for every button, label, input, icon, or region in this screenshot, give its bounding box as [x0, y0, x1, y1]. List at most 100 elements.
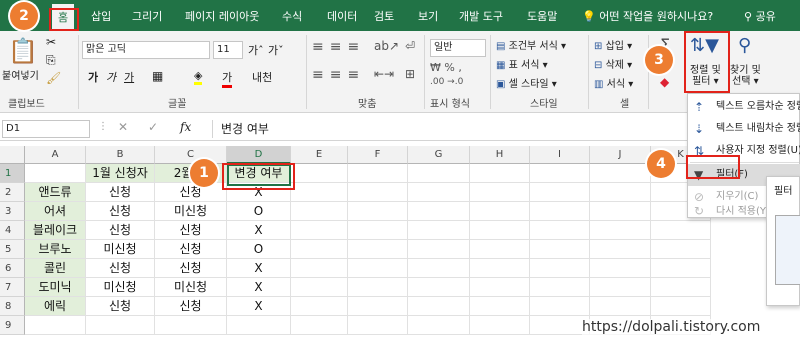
column-header-i[interactable]: I: [530, 146, 590, 164]
cell[interactable]: [530, 278, 590, 297]
cell-jan-status[interactable]: 신청: [86, 183, 155, 202]
cell[interactable]: [590, 221, 651, 240]
column-header-d[interactable]: D: [227, 146, 291, 164]
cell-feb-status[interactable]: 신청: [155, 221, 227, 240]
cell-change-flag[interactable]: O: [227, 240, 291, 259]
cell-name[interactable]: 앤드류: [25, 183, 86, 202]
conditional-format-button[interactable]: ▤ 조건부 서식 ▾: [496, 37, 566, 52]
cell[interactable]: [291, 183, 348, 202]
paste-icon[interactable]: 📋: [8, 37, 38, 65]
cell-feb-status[interactable]: 미신청: [155, 278, 227, 297]
cell[interactable]: [530, 183, 590, 202]
wrap-text-icon[interactable]: ⏎: [405, 39, 415, 53]
insert-function-icon[interactable]: fx: [180, 120, 191, 134]
italic-icon[interactable]: 가: [106, 69, 116, 85]
cell-name[interactable]: 블레이크: [25, 221, 86, 240]
menu-sort-ascending[interactable]: ⇡ 텍스트 오름차순 정렬: [688, 96, 800, 118]
cell[interactable]: [590, 259, 651, 278]
cell[interactable]: [470, 221, 530, 240]
tab-help[interactable]: 도움말: [527, 0, 557, 31]
cell[interactable]: [86, 316, 155, 335]
cell-name[interactable]: 브루노: [25, 240, 86, 259]
cell[interactable]: [25, 316, 86, 335]
indent-icons[interactable]: ⇤⇥: [374, 67, 394, 81]
cell-b1[interactable]: 1월 신청자: [86, 164, 155, 183]
cell[interactable]: [291, 202, 348, 221]
formula-input[interactable]: 변경 여부: [212, 120, 269, 138]
find-select-button[interactable]: 찾기 및 선택 ▾: [730, 65, 761, 87]
cell-change-flag[interactable]: X: [227, 221, 291, 240]
cell-a1[interactable]: [25, 164, 86, 183]
font-name-dropdown[interactable]: 맑은 고딕: [82, 41, 210, 59]
cell[interactable]: [291, 221, 348, 240]
cut-icon[interactable]: ✂: [46, 35, 56, 49]
cell[interactable]: [291, 297, 348, 316]
cell[interactable]: [470, 259, 530, 278]
column-header-h[interactable]: H: [470, 146, 530, 164]
tab-developer[interactable]: 개발 도구: [459, 0, 503, 31]
copy-icon[interactable]: ⎘: [46, 53, 56, 68]
cell-feb-status[interactable]: 신청: [155, 240, 227, 259]
cell[interactable]: [530, 259, 590, 278]
cell[interactable]: [590, 278, 651, 297]
cell[interactable]: [408, 183, 470, 202]
cell[interactable]: [348, 183, 408, 202]
cell[interactable]: [590, 183, 651, 202]
tell-me-search[interactable]: 💡 어떤 작업을 원하시나요?: [582, 0, 713, 31]
cell[interactable]: [590, 240, 651, 259]
row-header-4[interactable]: 4: [0, 221, 25, 240]
row-header-9[interactable]: 9: [0, 316, 25, 335]
cell[interactable]: [590, 164, 651, 183]
cell[interactable]: [530, 202, 590, 221]
cell[interactable]: [530, 221, 590, 240]
cell[interactable]: [348, 164, 408, 183]
cell-change-flag[interactable]: X: [227, 297, 291, 316]
cell[interactable]: [470, 202, 530, 221]
cell-feb-status[interactable]: 신청: [155, 297, 227, 316]
tab-review[interactable]: 검토: [374, 0, 394, 31]
cell[interactable]: [470, 278, 530, 297]
cell[interactable]: [408, 316, 470, 335]
underline-icon[interactable]: 가: [124, 69, 134, 85]
cell-name[interactable]: 에릭: [25, 297, 86, 316]
cell-change-flag[interactable]: X: [227, 259, 291, 278]
cell[interactable]: [590, 297, 651, 316]
cell[interactable]: [470, 316, 530, 335]
column-header-j[interactable]: J: [590, 146, 651, 164]
cell-feb-status[interactable]: 신청: [155, 183, 227, 202]
cell[interactable]: [291, 240, 348, 259]
cell-change-flag[interactable]: O: [227, 202, 291, 221]
cell[interactable]: [348, 202, 408, 221]
format-painter-icon[interactable]: 🖌: [46, 71, 61, 85]
name-box[interactable]: D1: [2, 120, 90, 138]
decimal-adjust-icons[interactable]: .00 →.0: [430, 77, 463, 87]
cell[interactable]: [348, 297, 408, 316]
row-header-1[interactable]: 1: [0, 164, 25, 183]
cell[interactable]: [408, 278, 470, 297]
orientation-icon[interactable]: ab↗: [374, 39, 399, 53]
tab-formulas[interactable]: 수식: [282, 0, 302, 31]
cell[interactable]: [348, 259, 408, 278]
delete-cells-button[interactable]: ⊟ 삭제 ▾: [594, 56, 632, 71]
border-icon[interactable]: ▦: [152, 69, 163, 83]
merge-center-icon[interactable]: ⊞: [405, 67, 415, 81]
cell-feb-status[interactable]: 신청: [155, 259, 227, 278]
fill-color-icon[interactable]: ◈: [194, 69, 203, 85]
cell[interactable]: [530, 316, 590, 335]
cell[interactable]: [651, 259, 711, 278]
cell[interactable]: [651, 221, 711, 240]
cell[interactable]: [348, 278, 408, 297]
cell[interactable]: [470, 183, 530, 202]
cell-jan-status[interactable]: 미신청: [86, 240, 155, 259]
insert-cells-button[interactable]: ⊞ 삽입 ▾: [594, 37, 632, 52]
cell-change-flag[interactable]: X: [227, 278, 291, 297]
cell[interactable]: [651, 278, 711, 297]
row-header-2[interactable]: 2: [0, 183, 25, 202]
clear-icon[interactable]: ◆: [660, 75, 669, 89]
cancel-formula-icon[interactable]: ✕: [118, 120, 128, 134]
enter-formula-icon[interactable]: ✓: [148, 120, 158, 134]
tab-insert[interactable]: 삽입: [91, 0, 111, 31]
row-header-3[interactable]: 3: [0, 202, 25, 221]
cell[interactable]: [408, 221, 470, 240]
cell[interactable]: [651, 240, 711, 259]
